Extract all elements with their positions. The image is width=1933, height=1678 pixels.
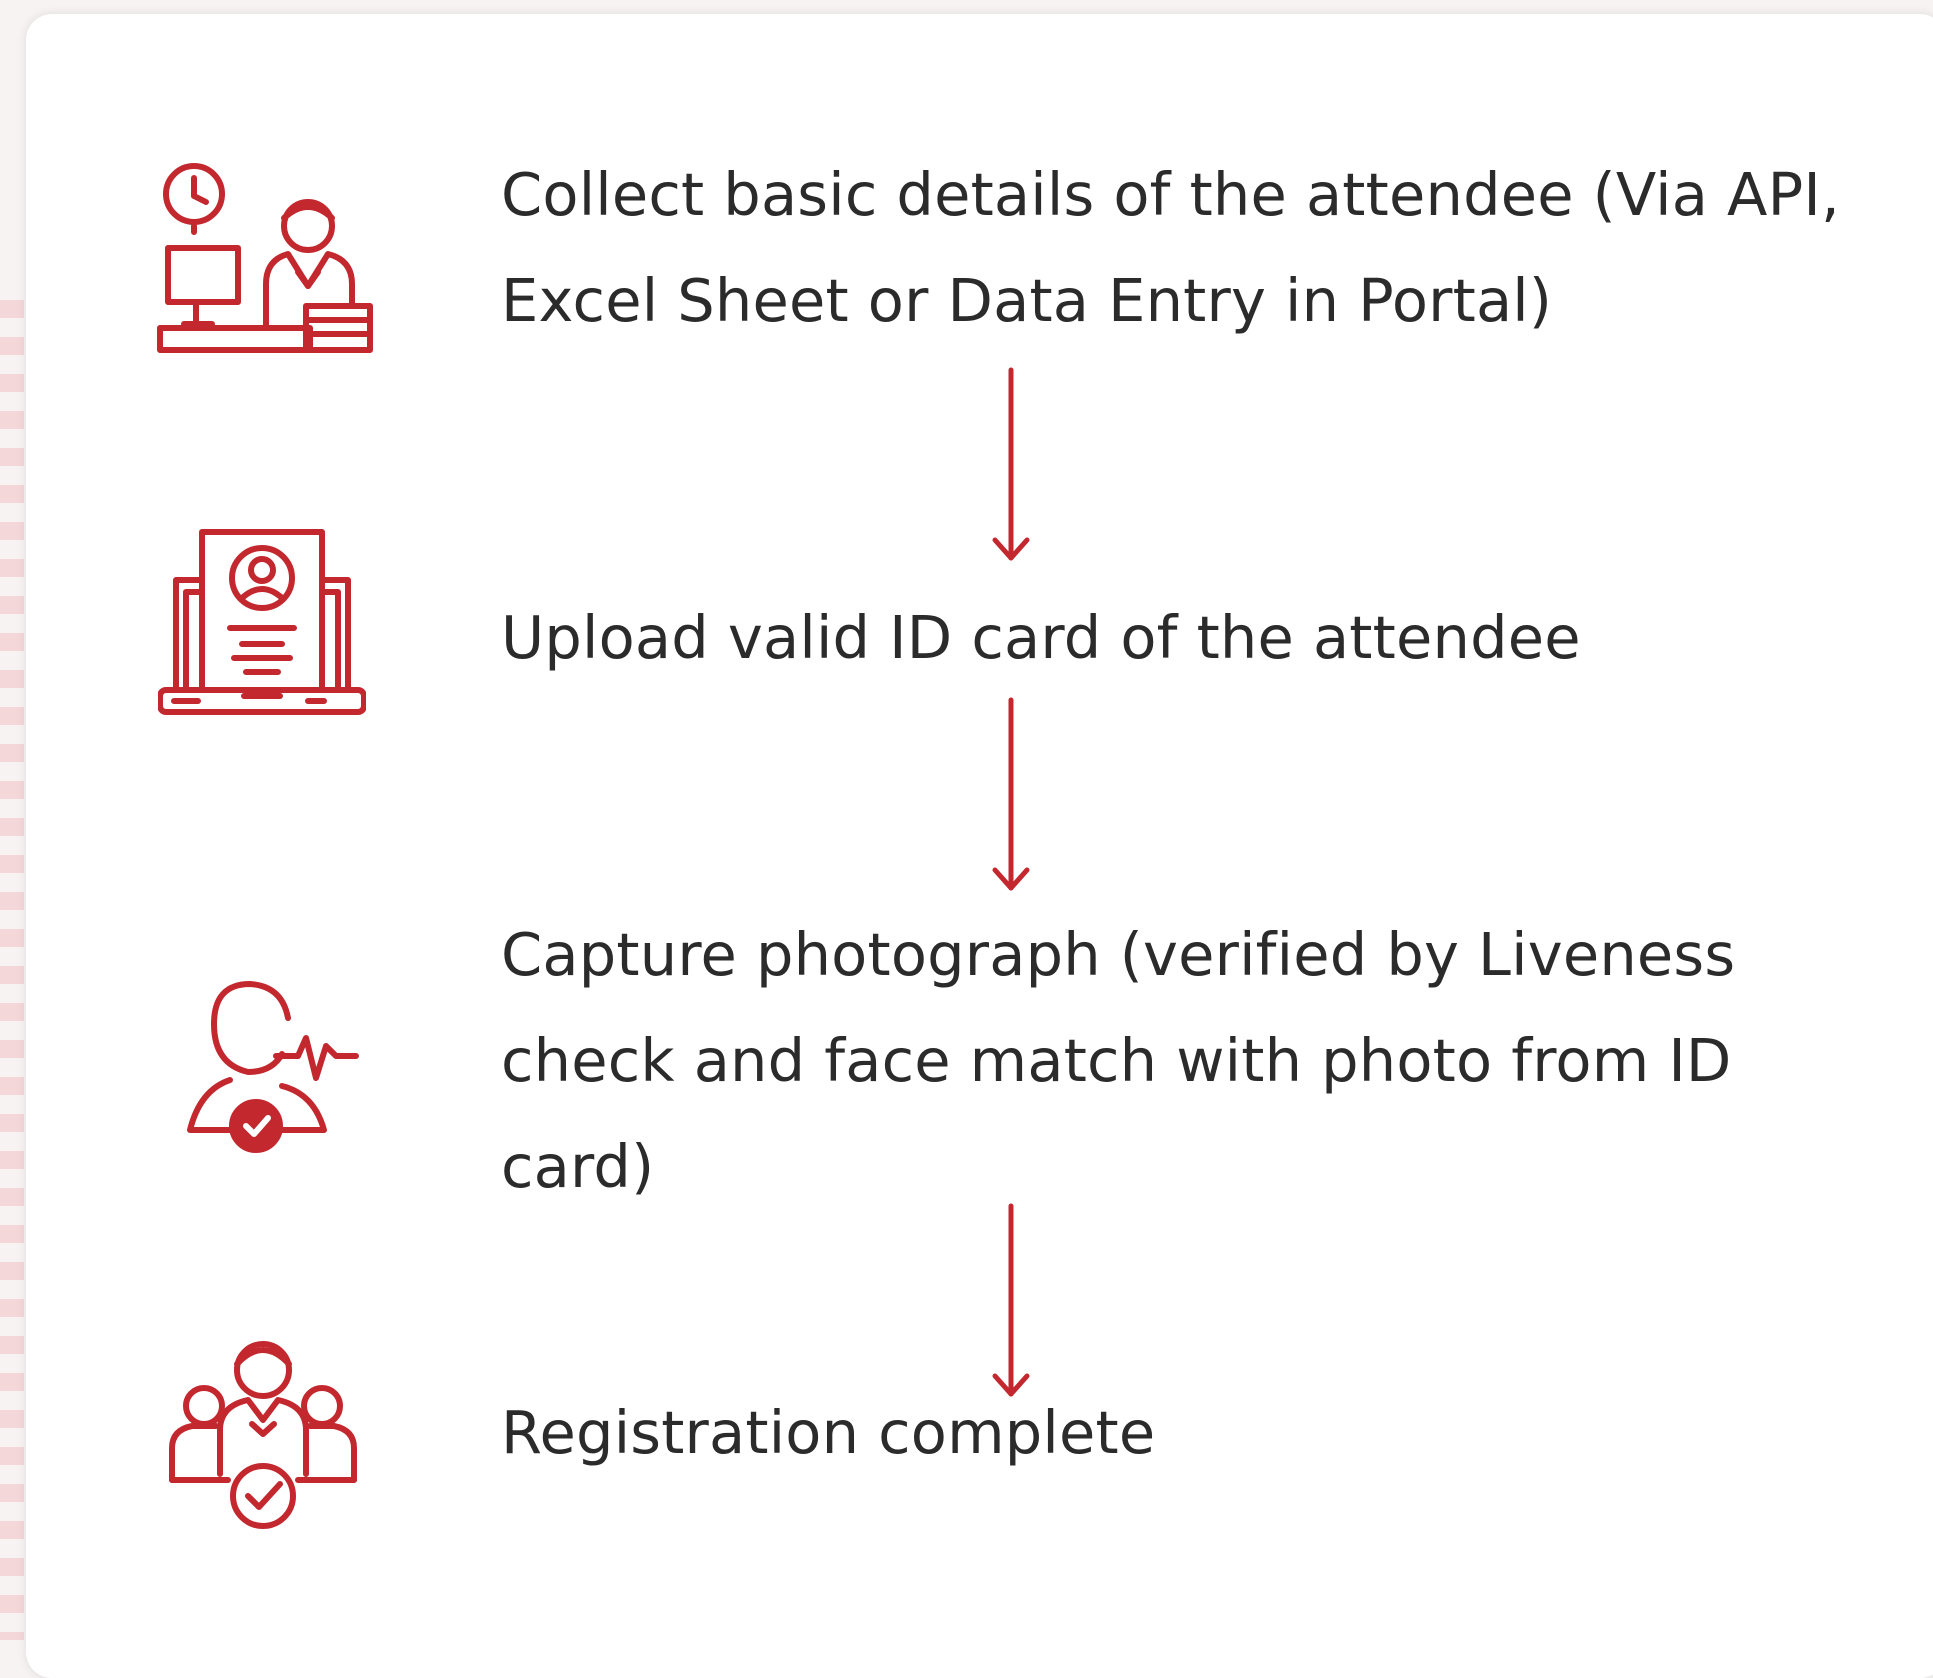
registration-flow-card: Collect basic details of the attendee (V… bbox=[26, 14, 1933, 1678]
id-card-laptop-icon bbox=[158, 528, 366, 716]
face-liveness-check-icon bbox=[186, 980, 376, 1160]
background-dash-strip bbox=[0, 300, 24, 1640]
step-text-upload-id: Upload valid ID card of the attendee bbox=[501, 603, 1581, 672]
desk-clerk-icon bbox=[156, 156, 386, 356]
group-verified-icon bbox=[168, 1334, 358, 1534]
arrow-down-icon bbox=[991, 366, 1031, 566]
step-text-registration-complete: Registration complete bbox=[501, 1398, 1156, 1467]
step-text-collect-details: Collect basic details of the attendee (V… bbox=[501, 160, 1840, 335]
arrow-down-icon bbox=[991, 1202, 1031, 1402]
arrow-down-icon bbox=[991, 696, 1031, 896]
step-text-capture-photo: Capture photograph (verified by Liveness… bbox=[501, 920, 1736, 1201]
